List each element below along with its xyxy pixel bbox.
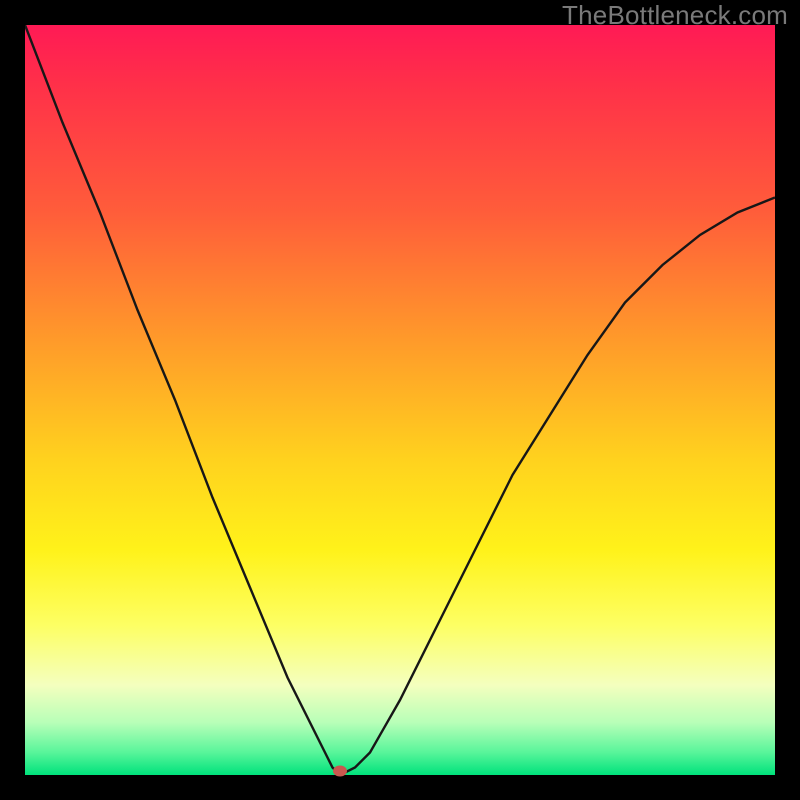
optimum-marker (333, 766, 347, 777)
watermark-text: TheBottleneck.com (562, 0, 788, 31)
bottleneck-curve (25, 25, 775, 775)
curve-path (25, 25, 775, 775)
chart-frame (25, 25, 775, 775)
